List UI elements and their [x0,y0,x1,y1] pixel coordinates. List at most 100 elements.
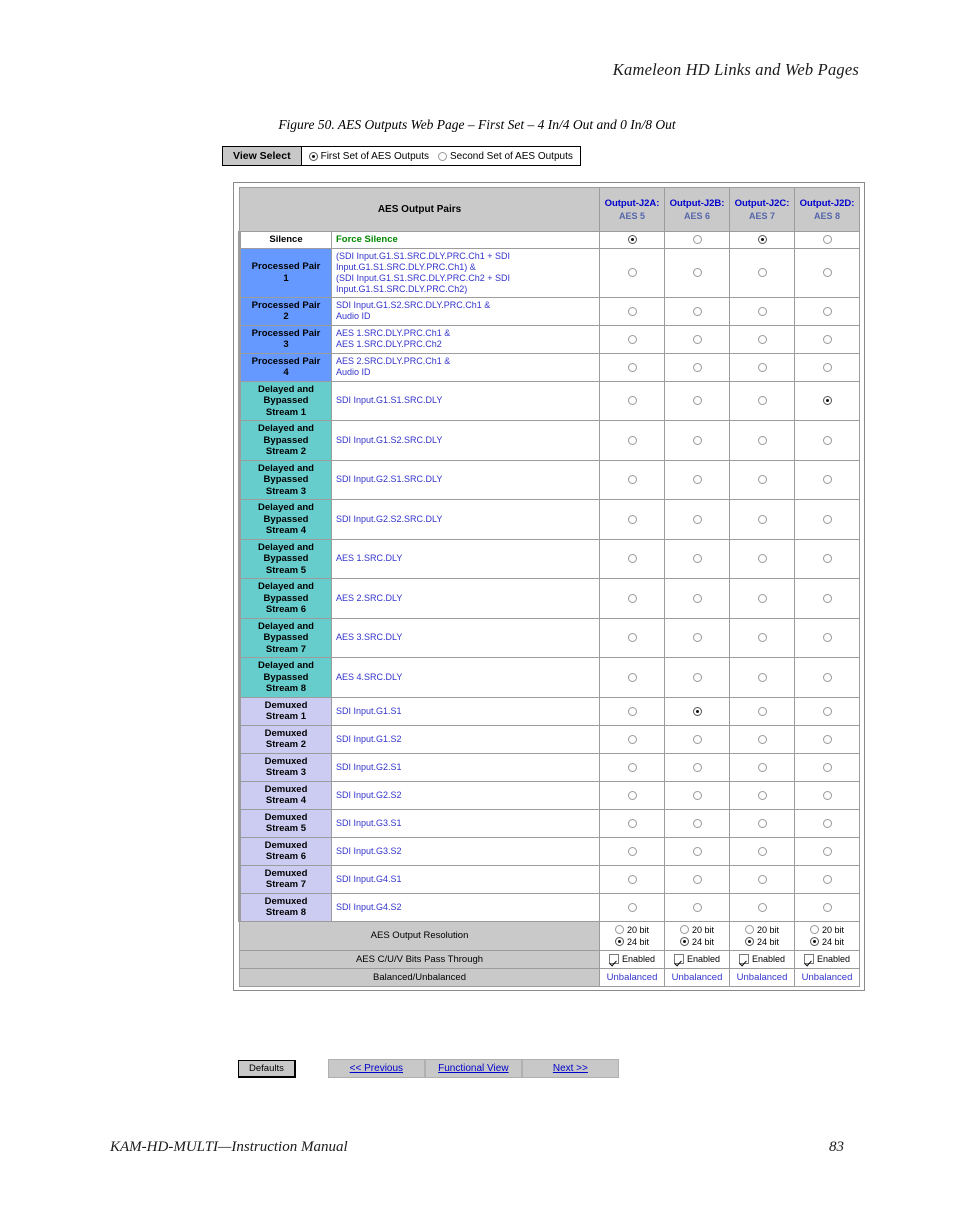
radio-cell-j2c[interactable] [729,578,796,619]
radio-icon[interactable] [822,734,832,744]
radio-cell-j2a[interactable] [599,724,666,754]
cuv-j2a-checkbox-row[interactable]: Enabled [600,953,664,965]
radio-icon[interactable] [692,396,702,406]
radio-icon[interactable] [822,514,832,524]
radio-icon[interactable] [822,633,832,643]
radio-icon[interactable] [627,902,637,912]
radio-icon[interactable] [680,937,689,946]
radio-cell-j2b[interactable] [664,296,731,326]
radio-cell-j2b[interactable] [664,538,731,579]
radio-icon[interactable] [822,268,832,277]
radio-cell-j2a[interactable] [599,696,666,726]
radio-cell-j2a[interactable] [599,892,666,922]
radio-cell-j2b[interactable] [664,752,731,782]
radio-icon[interactable] [810,937,819,946]
radio-cell-j2d[interactable] [794,420,861,461]
radio-icon[interactable] [757,593,767,603]
radio-cell-j2c[interactable] [729,499,796,540]
radio-cell-j2c[interactable] [729,752,796,782]
radio-icon[interactable] [822,435,832,445]
resolution-j2d[interactable]: 20 bit 24 bit [794,920,861,951]
radio-icon[interactable] [627,268,637,277]
radio-cell-j2d[interactable] [794,864,861,894]
radio-cell-j2b[interactable] [664,836,731,866]
radio-icon[interactable] [627,235,637,245]
radio-cell-j2a[interactable] [599,380,666,421]
radio-icon[interactable] [757,306,767,316]
cuv-j2b[interactable]: Enabled [664,949,731,969]
radio-icon[interactable] [692,762,702,772]
checkbox-icon[interactable] [739,954,749,964]
resolution-j2a-20bit[interactable]: 20 bit [600,924,664,936]
radio-cell-j2a[interactable] [599,459,666,500]
checkbox-icon[interactable] [804,954,814,964]
radio-cell-j2d[interactable] [794,696,861,726]
radio-icon[interactable] [627,554,637,564]
radio-icon[interactable] [745,937,754,946]
radio-cell-j2d[interactable] [794,324,861,354]
radio-icon[interactable] [627,593,637,603]
radio-icon[interactable] [692,514,702,524]
radio-icon[interactable] [757,633,767,643]
radio-cell-j2d[interactable] [794,380,861,421]
radio-icon[interactable] [627,846,637,856]
radio-icon[interactable] [627,734,637,744]
radio-icon[interactable] [822,593,832,603]
resolution-j2c[interactable]: 20 bit 24 bit [729,920,796,951]
radio-icon[interactable] [822,306,832,316]
radio-cell-j2b[interactable] [664,808,731,838]
radio-icon[interactable] [822,902,832,912]
radio-cell-j2c[interactable] [729,247,796,298]
resolution-j2d-24bit[interactable]: 24 bit [795,936,859,948]
radio-icon[interactable] [757,475,767,485]
radio-cell-j2a[interactable] [599,808,666,838]
radio-icon[interactable] [680,925,689,934]
radio-cell-j2a[interactable] [599,657,666,698]
checkbox-icon[interactable] [609,954,619,964]
radio-icon[interactable] [627,514,637,524]
radio-cell-j2b[interactable] [664,499,731,540]
radio-icon[interactable] [757,554,767,564]
resolution-j2c-24bit[interactable]: 24 bit [730,936,794,948]
radio-icon[interactable] [692,435,702,445]
resolution-j2a[interactable]: 20 bit 24 bit [599,920,666,951]
radio-icon[interactable] [822,790,832,800]
radio-icon[interactable] [822,874,832,884]
radio-icon[interactable] [692,593,702,603]
radio-icon[interactable] [692,734,702,744]
radio-icon[interactable] [822,846,832,856]
radio-icon[interactable] [745,925,754,934]
radio-icon[interactable] [822,362,832,372]
radio-cell-j2c[interactable] [729,617,796,658]
radio-cell-j2d[interactable] [794,617,861,658]
radio-icon[interactable] [822,235,832,245]
radio-cell-j2c[interactable] [729,459,796,500]
radio-cell-j2d[interactable] [794,578,861,619]
radio-cell-j2a[interactable] [599,780,666,810]
radio-cell-j2b[interactable] [664,352,731,382]
radio-icon[interactable] [692,334,702,344]
radio-cell-j2b[interactable] [664,724,731,754]
resolution-j2d-20bit[interactable]: 20 bit [795,924,859,936]
radio-cell-j2a[interactable] [599,499,666,540]
radio-cell-j2b[interactable] [664,459,731,500]
radio-icon[interactable] [757,762,767,772]
radio-cell-j2a[interactable] [599,247,666,298]
radio-cell-j2a[interactable] [599,231,666,249]
radio-cell-j2b[interactable] [664,324,731,354]
radio-icon[interactable] [757,396,767,406]
radio-icon[interactable] [437,151,447,161]
defaults-button[interactable]: Defaults [238,1059,296,1078]
radio-icon[interactable] [308,151,318,161]
radio-icon[interactable] [822,396,832,406]
radio-icon[interactable] [627,362,637,372]
radio-cell-j2d[interactable] [794,780,861,810]
radio-icon[interactable] [757,734,767,744]
resolution-j2c-20bit[interactable]: 20 bit [730,924,794,936]
radio-cell-j2c[interactable] [729,380,796,421]
radio-icon[interactable] [692,306,702,316]
radio-icon[interactable] [692,362,702,372]
cuv-j2c-checkbox-row[interactable]: Enabled [730,953,794,965]
radio-cell-j2b[interactable] [664,380,731,421]
radio-cell-j2b[interactable] [664,247,731,298]
